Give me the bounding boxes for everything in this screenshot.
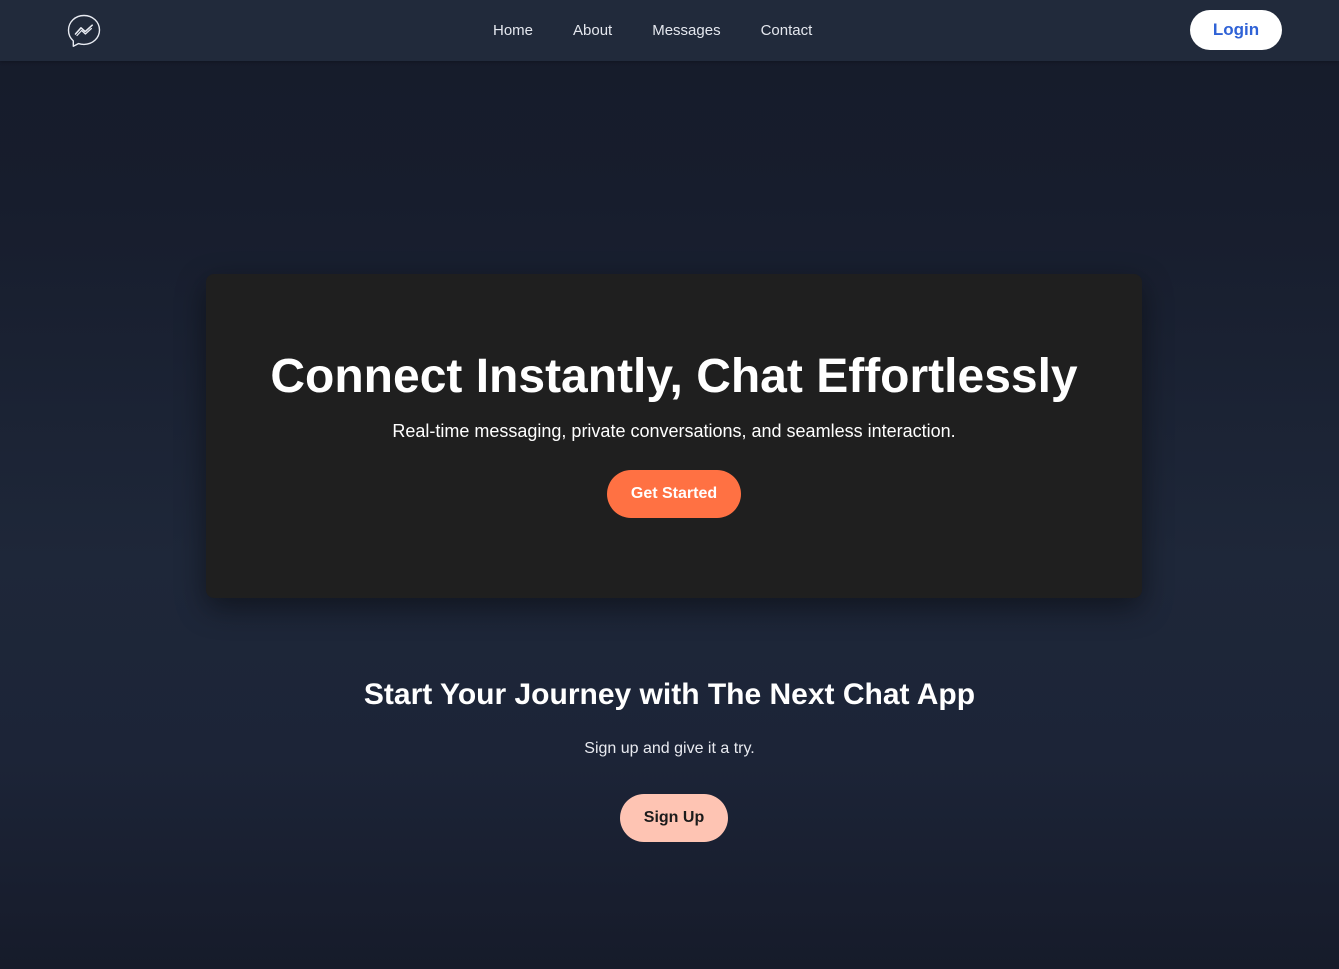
navbar: Home About Messages Contact Login	[0, 0, 1339, 61]
nav-link-about[interactable]: About	[553, 22, 632, 39]
nav-link-messages[interactable]: Messages	[632, 22, 740, 39]
nav-link-contact[interactable]: Contact	[741, 22, 833, 39]
sign-up-button[interactable]: Sign Up	[620, 794, 728, 842]
hero-title: Connect Instantly, Chat Effortlessly	[270, 350, 1078, 403]
get-started-button[interactable]: Get Started	[607, 470, 741, 518]
messenger-chat-icon[interactable]	[65, 12, 103, 50]
nav-link-home[interactable]: Home	[473, 22, 553, 39]
hero-subtitle: Real-time messaging, private conversatio…	[392, 421, 956, 441]
journey-title: Start Your Journey with The Next Chat Ap…	[363, 678, 976, 711]
login-button[interactable]: Login	[1190, 10, 1282, 50]
main-nav: Home About Messages Contact	[473, 0, 832, 61]
hero-card: Connect Instantly, Chat Effortlessly Rea…	[206, 274, 1142, 598]
journey-subtitle: Sign up and give it a try.	[584, 740, 755, 757]
